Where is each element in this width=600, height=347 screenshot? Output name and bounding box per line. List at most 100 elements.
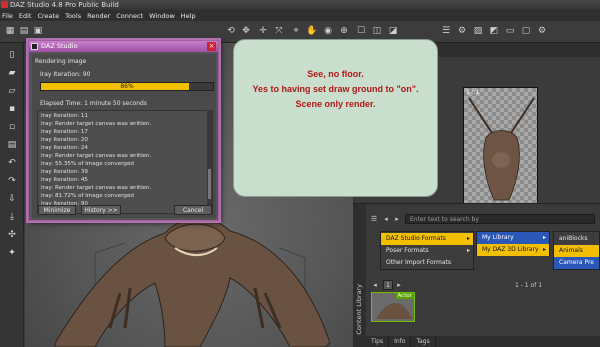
content-library-tab-label: Content Library (355, 284, 363, 335)
menu-item-camera-presets[interactable]: Camera Pre (554, 257, 599, 269)
library-source-menu: My Library ▸ My DAZ 3D Library ▸ (476, 231, 550, 256)
library-search-input[interactable]: Enter text to search by (405, 214, 595, 224)
menu-window[interactable]: Window (149, 12, 175, 20)
log-line: Iray: Render target canvas was written. (41, 185, 152, 191)
scale-tool-icon[interactable]: ⤧ (273, 25, 285, 37)
export-icon[interactable]: ▤ (6, 139, 18, 151)
surface-tool-icon[interactable]: ◪ (387, 25, 399, 37)
daz-app-icon (1, 1, 8, 8)
log-line: Iray Iteration: 20 (41, 137, 88, 143)
menu-item-aniblocks[interactable]: aniBlocks (554, 233, 599, 245)
joint-tool-icon[interactable]: ⊕ (338, 25, 350, 37)
menu-create[interactable]: Create (37, 12, 59, 20)
log-line: Iray Iteration: 45 (41, 177, 88, 183)
pose-tool-icon[interactable]: ✋ (306, 25, 318, 37)
save-file-icon[interactable]: ▪ (6, 103, 18, 115)
open-file-icon[interactable]: ▰ (6, 67, 18, 79)
render-log[interactable]: Iray Iteration: 11 Iray: Render target c… (37, 110, 213, 214)
menu-item-label: My DAZ 3D Library (482, 246, 539, 253)
tab-tips[interactable]: Tips (366, 336, 390, 347)
dialog-close-icon[interactable]: × (207, 42, 216, 51)
submenu-arrow-icon: ▸ (466, 235, 470, 242)
node-tool-icon[interactable]: ⌖ (290, 25, 302, 37)
render-progress-dialog: DAZ Studio × Rendering image Iray Iterat… (28, 40, 219, 221)
menu-item-other-import-formats[interactable]: Other Import Formats (381, 257, 473, 269)
frame-icon[interactable]: ▢ (520, 25, 532, 37)
tab-info[interactable]: Info (389, 336, 412, 347)
rotate-tool-icon[interactable]: ⟲ (225, 25, 237, 37)
menu-item-label: Camera Pre (559, 259, 594, 266)
geometry-tool-icon[interactable]: ◉ (322, 25, 334, 37)
menu-help[interactable]: Help (181, 12, 196, 20)
library-pager: ◂ 1 ▸ 1 - 1 of 1 (373, 280, 595, 292)
grid-icon[interactable]: ▤ (18, 25, 30, 37)
region-tool-icon[interactable]: ◫ (371, 25, 383, 37)
history-button[interactable]: History >> (81, 205, 121, 215)
render-library-icon[interactable]: ▨ (472, 25, 484, 37)
aux-creature-figure (468, 97, 535, 201)
log-scrollbar[interactable] (207, 111, 212, 213)
figure-tool-icon[interactable]: ✦ (6, 247, 18, 259)
pager-page[interactable]: 1 (383, 280, 393, 290)
translate-tool-icon[interactable]: ✥ (240, 25, 252, 37)
scrollbar-thumb[interactable] (208, 169, 211, 199)
library-item-thumbnail[interactable]: Actor (371, 292, 415, 322)
cancel-button[interactable]: Cancel (174, 205, 212, 215)
aux-viewport[interactable]: 1 : 1 (463, 87, 538, 204)
menu-item-label: My Library (482, 234, 514, 241)
tab-tags[interactable]: Tags (411, 336, 436, 347)
menu-item-label: Other Import Formats (386, 259, 452, 266)
dialog-body: Rendering image Iray Iteration: 90 86% E… (32, 54, 216, 218)
annotation-note: See, no floor. Yes to having set draw gr… (233, 39, 438, 197)
log-line: Iray Iteration: 17 (41, 129, 88, 135)
content-library-tab[interactable]: Content Library (353, 204, 366, 347)
menu-file[interactable]: File (2, 12, 13, 20)
menu-item-label: Poser Formats (386, 247, 429, 254)
menu-item-my-daz-3d-library[interactable]: My DAZ 3D Library ▸ (477, 244, 549, 256)
render-icon[interactable]: ⚙ (456, 25, 468, 37)
merge-file-icon[interactable]: ▱ (6, 85, 18, 97)
menu-render[interactable]: Render (87, 12, 110, 20)
log-line: Iray Iteration: 11 (41, 113, 88, 119)
log-line: Iray: 55.35% of image converged (41, 161, 134, 167)
pager-prev-icon[interactable]: ◂ (370, 280, 380, 290)
new-file-icon[interactable]: ▯ (6, 49, 18, 61)
note-line-1: See, no floor. (307, 69, 364, 79)
menu-tools[interactable]: Tools (65, 12, 81, 20)
pager-next-icon[interactable]: ▸ (394, 280, 404, 290)
render-settings-icon[interactable]: ☰ (440, 25, 452, 37)
settings-gear-icon[interactable]: ⚙ (536, 25, 548, 37)
redo-icon[interactable]: ↷ (6, 175, 18, 187)
download-icon[interactable]: ⤓ (6, 211, 18, 223)
minimize-button[interactable]: Minimize (38, 205, 76, 215)
folder-icon[interactable]: ▭ (504, 25, 516, 37)
log-line: Iray Iteration: 39 (41, 169, 88, 175)
spot-render-icon[interactable]: ☐ (355, 25, 367, 37)
forward-icon[interactable]: ▸ (392, 214, 402, 224)
undo-icon[interactable]: ↶ (6, 157, 18, 169)
note-line-2: Yes to having set draw ground to "on". (252, 84, 419, 94)
new-scene-icon[interactable]: ▦ (4, 25, 16, 37)
log-line: Iray: Render target canvas was written. (41, 153, 152, 159)
dialog-title: DAZ Studio (41, 42, 78, 50)
back-icon[interactable]: ◂ (381, 214, 391, 224)
result-count: 1 - 1 of 1 (515, 282, 543, 289)
puppeteer-icon[interactable]: ✣ (6, 229, 18, 241)
camera-icon[interactable]: ▣ (32, 25, 44, 37)
bottom-tabs: Tips Info Tags (366, 336, 600, 347)
dialog-title-bar[interactable]: DAZ Studio × (29, 41, 218, 52)
note-line-3: Scene only render. (295, 99, 376, 109)
view-options-icon[interactable]: ☰ (369, 214, 379, 224)
menu-bar: File Edit Create Tools Render Connect Wi… (0, 10, 600, 21)
iray-preview-icon[interactable]: ◩ (488, 25, 500, 37)
move-tool-icon[interactable]: ✛ (257, 25, 269, 37)
drop-to-floor-icon[interactable]: ⇩ (6, 193, 18, 205)
menu-connect[interactable]: Connect (116, 12, 143, 20)
menu-item-animals[interactable]: Animals (554, 245, 599, 257)
menu-edit[interactable]: Edit (19, 12, 32, 20)
menu-item-label: Animals (559, 247, 583, 254)
menu-item-poser-formats[interactable]: Poser Formats ▸ (381, 245, 473, 257)
menu-item-my-library[interactable]: My Library ▸ (477, 232, 549, 244)
save-as-icon[interactable]: ▫ (6, 121, 18, 133)
menu-item-daz-studio-formats[interactable]: DAZ Studio Formats ▸ (381, 233, 473, 245)
